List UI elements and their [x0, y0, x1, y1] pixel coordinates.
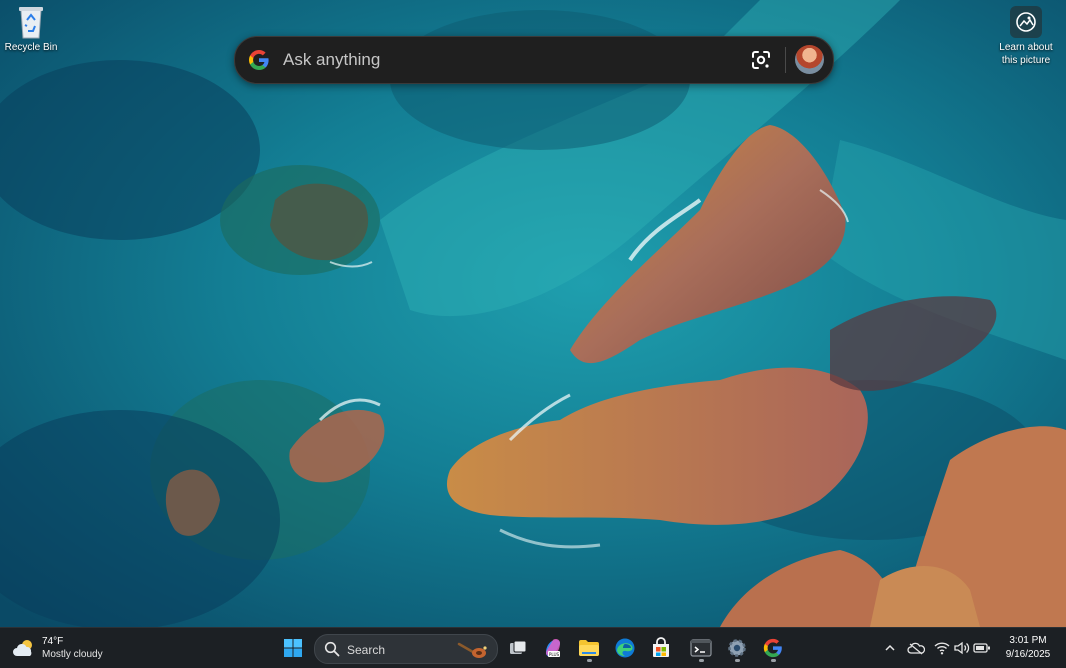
folder-icon: [579, 640, 599, 656]
gear-icon: [728, 639, 746, 657]
recycle-bin-icon: [19, 7, 43, 39]
learn-label-line1: Learn about: [999, 42, 1053, 53]
clock-date: 9/16/2025: [1005, 649, 1051, 660]
recycle-bin-shortcut[interactable]: Recycle Bin: [2, 4, 60, 53]
volume-button[interactable]: [952, 638, 972, 658]
battery-button[interactable]: [972, 638, 992, 658]
wifi-icon: [934, 642, 950, 655]
desktop-wallpaper: [0, 0, 1066, 627]
copilot-button[interactable]: PLUS: [538, 633, 568, 663]
task-view-icon: [510, 640, 527, 654]
spotlight-camera-icon: [1010, 6, 1042, 38]
google-search-input[interactable]: [281, 45, 725, 75]
chrome-button[interactable]: [758, 633, 788, 663]
user-avatar[interactable]: [795, 45, 824, 74]
copilot-icon: PLUS: [546, 639, 560, 657]
windows-logo-icon: [284, 639, 302, 657]
clock-time: 3:01 PM: [1009, 635, 1047, 646]
svg-text:PLUS: PLUS: [549, 652, 560, 657]
onedrive-tray-button[interactable]: [906, 638, 926, 658]
taskbar: 74°F Mostly cloudy Search PLUS 3:01 PM 9…: [0, 627, 1066, 668]
search-highlight-icon: [457, 642, 487, 658]
taskbar-search-box[interactable]: [314, 634, 498, 664]
weather-temperature: 74°F: [42, 636, 64, 647]
settings-button[interactable]: [722, 633, 752, 663]
google-g-icon: [249, 50, 269, 70]
google-lens-icon[interactable]: [749, 48, 773, 72]
battery-icon: [973, 643, 990, 653]
learn-label-line2: this picture: [1001, 55, 1051, 66]
weather-condition: Mostly cloudy: [42, 649, 103, 660]
network-button[interactable]: [932, 638, 952, 658]
store-button[interactable]: [646, 633, 676, 663]
search-bar-divider: [785, 47, 786, 73]
google-g-icon: [763, 638, 782, 658]
show-hidden-icons-button[interactable]: [880, 638, 900, 658]
google-search-bar[interactable]: [234, 36, 834, 84]
partly-cloudy-icon: [13, 640, 32, 656]
running-indicator: [771, 659, 776, 662]
task-view-button[interactable]: [503, 633, 533, 663]
terminal-icon: [690, 639, 712, 657]
cloud-icon: [907, 642, 925, 655]
speaker-icon: [954, 641, 970, 655]
recycle-bin-label: Recycle Bin: [4, 42, 58, 53]
running-indicator: [587, 659, 592, 662]
terminal-button[interactable]: [686, 633, 716, 663]
start-button[interactable]: [278, 633, 308, 663]
edge-icon: [615, 638, 635, 658]
store-icon: [653, 637, 669, 657]
file-explorer-button[interactable]: [574, 633, 604, 663]
chevron-up-icon: [885, 644, 895, 651]
running-indicator: [735, 659, 740, 662]
running-indicator: [699, 659, 704, 662]
taskbar-search-input[interactable]: [345, 639, 459, 661]
taskbar-clock[interactable]: 3:01 PM 9/16/2025: [998, 634, 1058, 662]
search-icon: [324, 641, 340, 657]
edge-button[interactable]: [610, 633, 640, 663]
learn-about-picture-shortcut[interactable]: Learn about this picture: [992, 6, 1060, 67]
